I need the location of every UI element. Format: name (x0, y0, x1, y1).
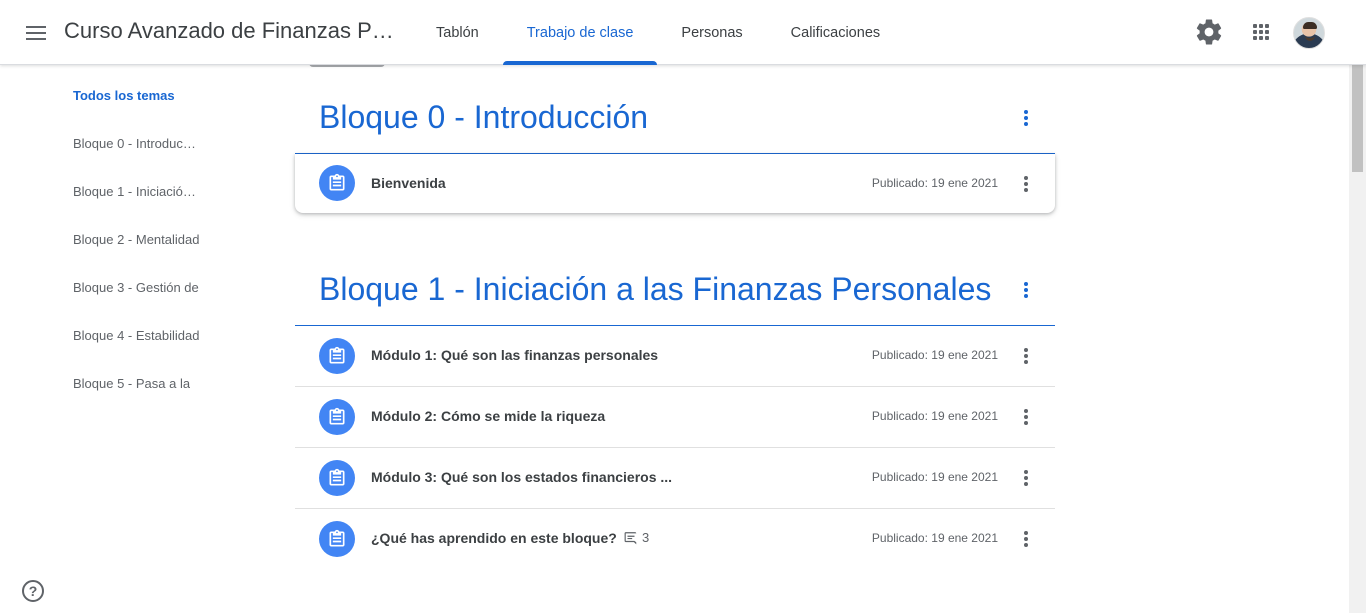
assignment-title: ¿Qué has aprendido en este bloque? (371, 530, 617, 546)
assignment-title: Módulo 2: Cómo se mide la riqueza (371, 408, 606, 424)
assignment-row[interactable]: Módulo 1: Qué son las finanzas personale… (295, 326, 1055, 387)
class-tabs: Tablón Trabajo de clase Personas Calific… (412, 0, 904, 65)
more-icon[interactable] (1014, 172, 1038, 196)
section-more-icon[interactable] (1014, 106, 1038, 130)
more-icon[interactable] (1014, 344, 1038, 368)
page-scrollbar[interactable] (1349, 0, 1366, 613)
help-icon[interactable]: ? (22, 580, 44, 602)
tab-personas[interactable]: Personas (657, 0, 766, 65)
published-date: Publicado: 19 ene 2021 (871, 176, 998, 190)
app-header: Curso Avanzado de Finanzas Personales Ta… (0, 0, 1366, 65)
tab-tablon[interactable]: Tablón (412, 0, 503, 65)
published-date: Publicado: 19 ene 2021 (871, 348, 998, 362)
assignment-icon (319, 521, 355, 557)
assignment-row[interactable]: ¿Qué has aprendido en este bloque? 3 Pub… (295, 509, 1055, 570)
assignment-icon (319, 165, 355, 201)
comment-icon (624, 532, 637, 545)
published-date: Publicado: 19 ene 2021 (871, 531, 998, 545)
assignment-title: Bienvenida (371, 175, 446, 191)
published-date: Publicado: 19 ene 2021 (871, 470, 998, 484)
comment-count-value: 3 (642, 530, 650, 545)
section-more-icon[interactable] (1014, 278, 1038, 302)
tab-trabajo-de-clase[interactable]: Trabajo de clase (502, 0, 658, 65)
sidebar-item-todos-los-temas[interactable]: Todos los temas (73, 88, 175, 103)
gear-icon[interactable] (1194, 17, 1224, 47)
assignment-icon (319, 460, 355, 496)
more-icon[interactable] (1014, 527, 1038, 551)
sidebar-item-bloque-0[interactable]: Bloque 0 - Introducción (73, 136, 201, 151)
sidebar-item-bloque-5[interactable]: Bloque 5 - Pasa a la (73, 376, 190, 391)
assignment-title: Módulo 3: Qué son los estados financiero… (371, 469, 673, 485)
avatar[interactable] (1293, 17, 1325, 49)
menu-icon[interactable] (16, 18, 56, 48)
section-title[interactable]: Bloque 1 - Iniciación a las Finanzas Per… (319, 271, 991, 308)
assignment-row[interactable]: Bienvenida Publicado: 19 ene 2021 (295, 154, 1055, 213)
section-title[interactable]: Bloque 0 - Introducción (319, 99, 648, 136)
sidebar-item-bloque-2[interactable]: Bloque 2 - Mentalidad (73, 232, 199, 247)
more-icon[interactable] (1014, 405, 1038, 429)
assignment-row[interactable]: Módulo 3: Qué son los estados financiero… (295, 448, 1055, 509)
assignment-title: Módulo 1: Qué son las finanzas personale… (371, 347, 659, 363)
course-title[interactable]: Curso Avanzado de Finanzas Personales (64, 18, 399, 44)
assignment-icon (319, 399, 355, 435)
published-date: Publicado: 19 ene 2021 (871, 409, 998, 423)
comment-count: 3 (624, 530, 649, 545)
assignment-icon (319, 338, 355, 374)
more-icon[interactable] (1014, 466, 1038, 490)
assignment-row[interactable]: Módulo 2: Cómo se mide la riqueza Public… (295, 387, 1055, 448)
apps-icon[interactable] (1246, 17, 1276, 47)
sidebar-item-bloque-1[interactable]: Bloque 1 - Iniciación a las Finanzas Per… (73, 184, 201, 199)
sidebar-item-bloque-4[interactable]: Bloque 4 - Estabilidad (73, 328, 199, 343)
tab-calificaciones[interactable]: Calificaciones (767, 0, 904, 65)
sidebar-item-bloque-3[interactable]: Bloque 3 - Gestión de (73, 280, 199, 295)
